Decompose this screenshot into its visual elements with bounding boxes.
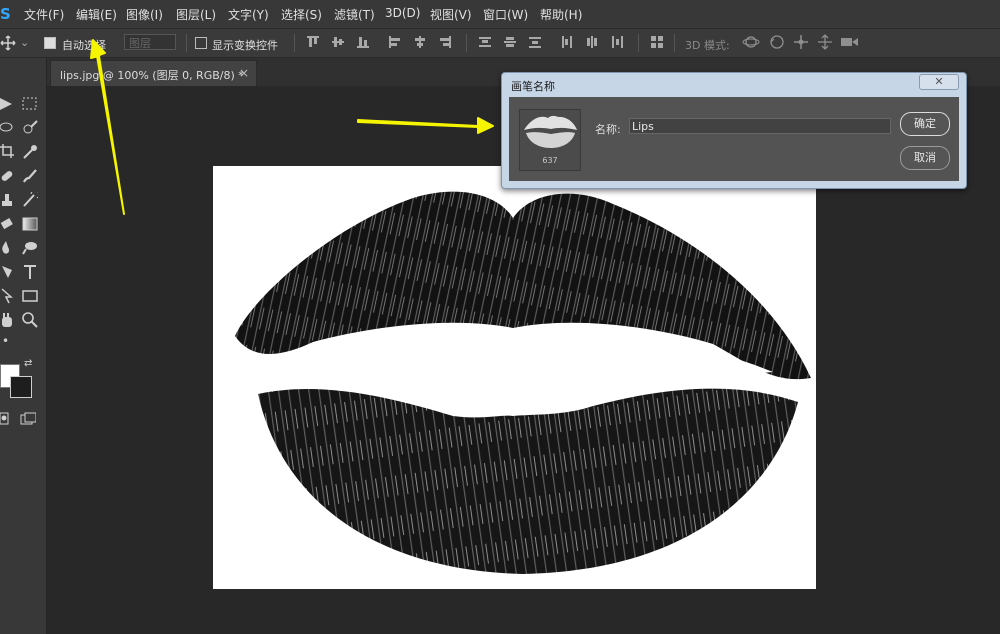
distribute-left-icon[interactable] <box>560 35 574 49</box>
align-bottom-icon[interactable] <box>356 35 370 49</box>
brush-preview-image <box>524 115 577 148</box>
distribute-right-icon[interactable] <box>610 35 624 49</box>
separator <box>638 34 639 52</box>
menu-layer[interactable]: 图层(L) <box>176 6 216 23</box>
dialog-title: 画笔名称 <box>511 80 555 93</box>
hand-tool-icon[interactable] <box>0 312 16 328</box>
distribute-bottom-icon[interactable] <box>528 35 542 49</box>
menu-help[interactable]: 帮助(H) <box>540 6 582 23</box>
history-brush-tool-icon[interactable] <box>22 192 38 208</box>
background-color-swatch[interactable] <box>10 376 32 398</box>
document-tab[interactable]: lips.jpg @ 100% (图层 0, RGB/8) * × <box>50 60 257 87</box>
align-vertical-center-icon[interactable] <box>331 35 345 49</box>
eyedropper-tool-icon[interactable] <box>22 144 38 160</box>
swap-colors-icon[interactable]: ⇄ <box>24 358 32 369</box>
menu-file[interactable]: 文件(F) <box>24 6 64 23</box>
brush-name-dialog: 画笔名称 ✕ 637 名称: Lips 确定 取消 <box>501 72 967 189</box>
clone-stamp-tool-icon[interactable] <box>0 192 16 208</box>
separator <box>294 34 295 52</box>
align-right-icon[interactable] <box>438 35 452 49</box>
lasso-tool-icon[interactable] <box>0 120 16 136</box>
menu-select[interactable]: 选择(S) <box>281 6 322 23</box>
dodge-tool-icon[interactable] <box>22 240 38 256</box>
align-top-icon[interactable] <box>306 35 320 49</box>
auto-select-label: 自动选择 <box>62 39 106 52</box>
distribute-vertical-center-icon[interactable] <box>503 35 517 49</box>
slide-3d-icon[interactable] <box>816 34 834 50</box>
crop-tool-icon[interactable] <box>0 144 16 160</box>
more-tools-icon[interactable]: • <box>2 334 9 348</box>
brush-name-input[interactable]: Lips <box>629 118 891 134</box>
auto-select-checkbox[interactable] <box>44 37 56 49</box>
quick-mask-icon[interactable] <box>0 412 16 428</box>
show-transform-label: 显示变换控件 <box>212 39 278 52</box>
eraser-tool-icon[interactable] <box>0 216 16 232</box>
cancel-button[interactable]: 取消 <box>900 146 950 170</box>
brush-preview: 637 <box>519 109 581 171</box>
menu-view[interactable]: 视图(V) <box>430 6 472 23</box>
close-tab-icon[interactable]: × <box>239 66 249 80</box>
move-tool-icon[interactable] <box>0 35 16 51</box>
move-tool-icon[interactable] <box>0 96 16 112</box>
zoom-tool-icon[interactable] <box>22 312 38 328</box>
menu-bar: S 文件(F) 编辑(E) 图像(I) 图层(L) 文字(Y) 选择(S) 滤镜… <box>0 0 1000 29</box>
tool-preset-dropdown-icon[interactable]: ⌄ <box>20 36 29 49</box>
brush-tool-icon[interactable] <box>22 168 38 184</box>
show-transform-checkbox[interactable] <box>195 37 207 49</box>
align-left-icon[interactable] <box>388 35 402 49</box>
distribute-horizontal-center-icon[interactable] <box>585 35 599 49</box>
menu-image[interactable]: 图像(I) <box>126 6 163 23</box>
document-canvas[interactable] <box>213 166 816 589</box>
rectangle-tool-icon[interactable] <box>22 288 38 304</box>
separator <box>674 34 675 52</box>
pan-3d-icon[interactable] <box>792 34 810 50</box>
brush-size-label: 637 <box>542 156 558 165</box>
quick-selection-tool-icon[interactable] <box>22 120 38 136</box>
menu-window[interactable]: 窗口(W) <box>483 6 528 23</box>
separator <box>466 34 467 52</box>
scale-3d-icon[interactable] <box>840 34 860 50</box>
app-logo[interactable]: S <box>0 5 11 23</box>
3d-mode-label: 3D 模式: <box>685 39 730 52</box>
path-selection-tool-icon[interactable] <box>0 288 16 304</box>
dialog-body: 637 名称: Lips 确定 取消 <box>509 97 959 181</box>
pen-tool-icon[interactable] <box>0 264 16 280</box>
distribute-top-icon[interactable] <box>478 35 492 49</box>
type-tool-icon[interactable] <box>22 264 38 280</box>
blur-tool-icon[interactable] <box>0 240 16 256</box>
lips-image <box>235 191 811 574</box>
ok-button[interactable]: 确定 <box>900 112 950 136</box>
align-horizontal-center-icon[interactable] <box>413 35 427 49</box>
roll-3d-icon[interactable] <box>768 34 786 50</box>
options-bar: ⌄ 自动选择 图层 显示变换控件 3D 模式: <box>0 29 1000 58</box>
menu-edit[interactable]: 编辑(E) <box>76 6 117 23</box>
auto-select-target-dropdown[interactable]: 图层 <box>124 34 176 50</box>
document-tab-title: lips.jpg @ 100% (图层 0, RGB/8) * <box>60 69 244 82</box>
menu-3d[interactable]: 3D(D) <box>385 6 420 20</box>
screen-mode-icon[interactable] <box>20 412 36 428</box>
auto-align-layers-icon[interactable] <box>650 35 664 49</box>
menu-filter[interactable]: 滤镜(T) <box>334 6 375 23</box>
tools-panel: • ⇄ <box>0 58 47 634</box>
name-label: 名称: <box>595 123 621 136</box>
healing-brush-tool-icon[interactable] <box>0 168 16 184</box>
orbit-3d-icon[interactable] <box>742 34 760 50</box>
separator <box>186 34 187 52</box>
marquee-tool-icon[interactable] <box>22 96 38 112</box>
gradient-tool-icon[interactable] <box>22 216 38 232</box>
menu-type[interactable]: 文字(Y) <box>228 6 269 23</box>
close-dialog-button[interactable]: ✕ <box>919 74 959 90</box>
